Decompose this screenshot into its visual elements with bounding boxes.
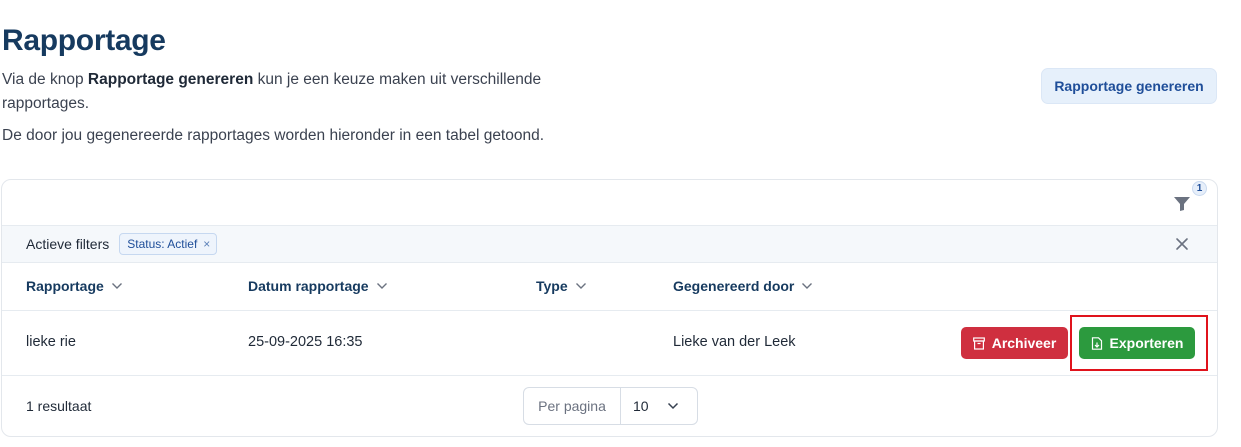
intro-bold: Rapportage genereren: [87, 71, 254, 88]
filter-toggle-button[interactable]: [1171, 192, 1193, 214]
column-header-label: Datum rapportage: [248, 278, 369, 294]
export-button[interactable]: Exporteren: [1079, 327, 1195, 359]
cell-datum: 25-09-2025 16:35: [248, 334, 363, 350]
chevron-down-icon: [802, 283, 813, 289]
cell-gegenereerd-door: Lieke van der Leek: [673, 334, 796, 350]
filter-chip-label: Status: Actief: [127, 237, 198, 251]
per-page-control: Per pagina 10: [523, 387, 698, 425]
column-header-gegenereerd-door[interactable]: Gegenereerd door: [673, 278, 813, 294]
chevron-down-icon: [575, 283, 586, 289]
report-table-card: 1 Actieve filters Status: Actief × Rappo…: [1, 179, 1218, 437]
filter-icon: [1174, 197, 1190, 211]
intro-text: Via de knop Rapportage genereren kun je …: [2, 68, 622, 116]
results-count: 1 resultaat: [26, 398, 92, 414]
active-filters-label: Actieve filters: [26, 236, 110, 252]
intro-second: De door jou gegenereerde rapportages wor…: [2, 127, 545, 144]
active-filters-bar: Actieve filters Status: Actief ×: [2, 225, 1217, 263]
filter-count-badge: 1: [1192, 181, 1207, 196]
column-header-label: Gegenereerd door: [673, 278, 795, 294]
intro-prefix: Via de knop: [2, 71, 88, 88]
per-page-select[interactable]: 10: [621, 388, 697, 424]
chevron-down-icon: [376, 283, 387, 289]
generate-report-button[interactable]: Rapportage genereren: [1041, 68, 1217, 104]
cell-rapportage: lieke rie: [26, 334, 76, 350]
archive-button[interactable]: Archiveer: [961, 327, 1068, 359]
column-header-type[interactable]: Type: [536, 278, 587, 294]
file-export-icon: [1091, 336, 1102, 350]
page-title: Rapportage: [2, 24, 166, 57]
per-page-value: 10: [633, 398, 649, 414]
column-header-label: Type: [536, 278, 568, 294]
chevron-down-icon: [111, 283, 122, 289]
row-divider: [2, 375, 1217, 376]
column-header-rapportage[interactable]: Rapportage: [26, 278, 123, 294]
close-icon[interactable]: [1175, 237, 1189, 251]
column-header-label: Rapportage: [26, 278, 104, 294]
column-header-datum[interactable]: Datum rapportage: [248, 278, 388, 294]
chevron-down-icon: [667, 402, 679, 410]
header-divider: [2, 310, 1217, 311]
export-button-label: Exporteren: [1109, 335, 1184, 351]
filter-chip-status: Status: Actief ×: [119, 233, 218, 255]
archive-button-label: Archiveer: [991, 335, 1057, 351]
per-page-label: Per pagina: [524, 388, 621, 424]
remove-filter-icon[interactable]: ×: [203, 237, 210, 251]
archive-icon: [972, 336, 985, 350]
